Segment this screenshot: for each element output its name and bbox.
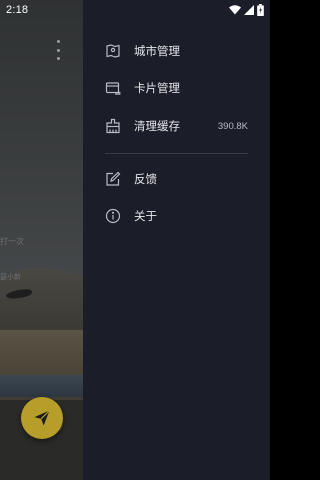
menu-item-label: 反馈 <box>134 172 157 186</box>
navigation-drawer: 城市管理 卡片管理 清理缓存 390.8K 反馈 关于 <box>83 0 270 480</box>
menu-divider <box>105 153 248 154</box>
menu-item-label: 城市管理 <box>134 44 180 58</box>
menu-item-label: 卡片管理 <box>134 81 180 95</box>
battery-icon <box>257 4 264 16</box>
city-icon <box>105 43 121 59</box>
menu-item-feedback[interactable]: 反馈 <box>83 162 270 196</box>
status-icons <box>229 4 264 16</box>
menu-item-city-management[interactable]: 城市管理 <box>83 34 270 68</box>
send-button[interactable] <box>21 397 63 439</box>
broom-icon <box>105 118 121 134</box>
menu-item-clear-cache[interactable]: 清理缓存 390.8K <box>83 109 270 143</box>
send-icon <box>34 410 50 426</box>
menu-item-label: 关于 <box>134 209 157 223</box>
wifi-icon <box>229 5 241 15</box>
status-time: 2:18 <box>6 4 29 16</box>
feedback-icon <box>105 171 121 187</box>
background-text-1: 打一次 <box>0 237 24 246</box>
cache-size-value: 390.8K <box>217 120 248 132</box>
card-icon <box>105 80 121 96</box>
menu-item-about[interactable]: 关于 <box>83 199 270 233</box>
menu-item-label: 清理缓存 <box>134 119 180 133</box>
background-text-2: 瑟小新 <box>0 273 21 281</box>
signal-icon <box>244 5 254 15</box>
status-bar: 2:18 <box>0 0 270 20</box>
info-icon <box>105 208 121 224</box>
more-vertical-icon[interactable] <box>54 40 62 60</box>
menu-item-card-management[interactable]: 卡片管理 <box>83 71 270 105</box>
